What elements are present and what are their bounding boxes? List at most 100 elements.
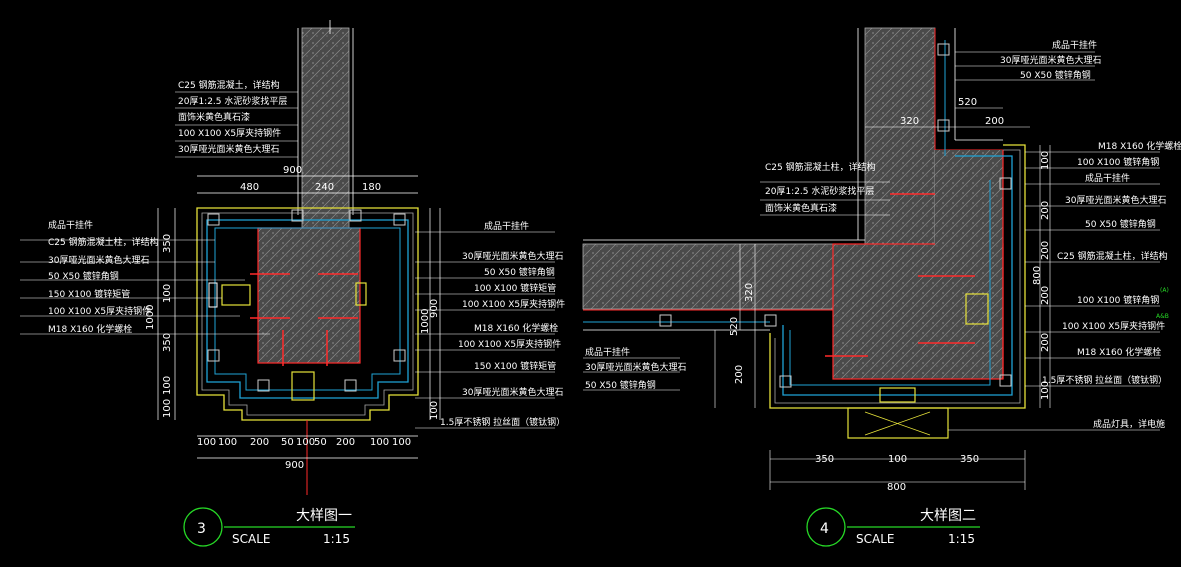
detail1-label-right-0: 成品干挂件: [484, 220, 529, 232]
detail1-concrete-column-upper: [301, 27, 350, 229]
detail2-label-right-0: M18 X160 化学螺栓: [1098, 140, 1181, 152]
detail1-dim-left-2: 350: [162, 333, 173, 352]
detail1-dim-bottom-2: 200: [250, 437, 269, 448]
detail2-title: 大样图二: [920, 508, 976, 524]
detail2-dim-bottom-2: 350: [960, 454, 979, 465]
detail2-dim-right-4: 200: [1040, 286, 1051, 305]
detail2-dim-top-2: 200: [985, 116, 1004, 127]
detail1-label-right-2: 50 X50 镀锌角钢: [484, 266, 555, 278]
detail2-dim-right-6: 100: [1040, 381, 1051, 400]
detail1-label-right-6: 100 X100 X5厚夹持钢件: [458, 338, 561, 350]
detail1-label-left-5: 100 X100 X5厚夹持钢件: [48, 305, 151, 317]
detail2-label-right-7: 100 X100 X5厚夹持钢件: [1062, 320, 1165, 332]
detail1-label-left-2: 30厚哑光面米黄色大理石: [48, 254, 149, 266]
detail1-number: 3: [197, 521, 206, 537]
detail1-dim-left-total: 1000: [145, 305, 156, 330]
detail1-title: 大样图一: [296, 508, 352, 524]
detail1-dim-bottom-5: 50: [314, 437, 327, 448]
detail2-label-left-2: 50 X50 镀锌角钢: [585, 379, 656, 391]
detail1-dim-top-0: 480: [240, 182, 259, 193]
detail1-label-right-5: M18 X160 化学螺栓: [474, 322, 558, 334]
detail1-label-right-8: 30厚哑光面米黄色大理石: [462, 386, 563, 398]
detail1-dim-bottom-4: 100: [296, 437, 315, 448]
detail2-label-mid-0: C25 钢筋混凝土柱，详结构: [765, 161, 876, 173]
detail1-dim-bottom-3: 50: [281, 437, 294, 448]
detail1-dim-bottom-8: 100: [392, 437, 411, 448]
detail1-dim-left-0: 350: [162, 234, 173, 253]
detail1-dim-left-1: 100: [162, 284, 173, 303]
detail2-label-right-10: 成品灯具，详电施: [1093, 418, 1165, 430]
detail2-label-right-6: 100 X100 镀锌角钢: [1077, 294, 1159, 306]
detail2-dim-left-2: 200: [734, 365, 745, 384]
detail2-dim-bottom-0: 350: [815, 454, 834, 465]
detail1-dim-bottom-total: 900: [285, 460, 304, 471]
detail1-dim-left-4: 100: [162, 399, 173, 418]
detail2-concrete-beam: [582, 243, 836, 310]
detail1-dim-bottom-6: 200: [336, 437, 355, 448]
detail2-dim-right-3: 800: [1032, 266, 1043, 285]
detail2-mark-1: A&B: [1156, 313, 1169, 320]
detail2-scale-label: SCALE: [856, 532, 894, 546]
detail1-label-right-7: 150 X100 镀锌矩管: [474, 360, 556, 372]
detail2-label-right-8: M18 X160 化学螺栓: [1077, 346, 1161, 358]
detail1-label-left-1: C25 钢筋混凝土柱，详结构: [48, 236, 159, 248]
detail2-mark-0: (A): [1160, 287, 1169, 294]
detail1-tube-left: [208, 282, 218, 308]
detail2-dim-top-1: 320: [900, 116, 919, 127]
detail2-dim-right-2: 200: [1040, 241, 1051, 260]
detail1-label-top-0: C25 钢筋混凝土，详结构: [178, 79, 280, 91]
detail2-drawing: 成品干挂件 30厚哑光面米黄色大理石 50 X50 镀锌角钢 C25 钢筋混凝土…: [582, 27, 1181, 547]
detail1-dim-top-2: 180: [362, 182, 381, 193]
detail1-label-top-1: 20厚1:2.5 水泥砂浆找平层: [178, 95, 287, 107]
detail1-label-left-6: M18 X160 化学螺栓: [48, 323, 132, 335]
detail2-dim-left-1: 520: [729, 317, 740, 336]
detail1-dim-right-1: 1000: [420, 309, 431, 334]
detail1-concrete-core: [257, 227, 361, 364]
detail2-label-right-3: 30厚哑光面米黄色大理石: [1065, 194, 1166, 206]
detail2-dim-left-0: 320: [744, 283, 755, 302]
detail1-scale-value: 1:15: [323, 532, 350, 546]
detail1-dim-top-total: 900: [283, 165, 302, 176]
detail1-drawing: 成品干挂件 C25 钢筋混凝土柱，详结构 30厚哑光面米黄色大理石 50 X50…: [20, 20, 565, 547]
detail2-label-mid-1: 20厚1:2.5 水泥砂浆找平层: [765, 185, 874, 197]
detail1-scale-label: SCALE: [232, 532, 270, 546]
cad-drawing-canvas: 成品干挂件 C25 钢筋混凝土柱，详结构 30厚哑光面米黄色大理石 50 X50…: [0, 0, 1181, 567]
detail1-label-right-9: 1.5厚不锈钢 拉丝面（镀钛钢）: [440, 416, 565, 428]
detail1-dim-bottom-1: 100: [218, 437, 237, 448]
detail1-dim-top-1: 240: [315, 182, 334, 193]
detail2-label-top-0: 成品干挂件: [1052, 39, 1097, 51]
detail1-dim-bottom-0: 100: [197, 437, 216, 448]
detail2-dim-right-0: 100: [1040, 151, 1051, 170]
detail1-label-right-3: 100 X100 镀锌矩管: [474, 282, 556, 294]
detail1-label-top-4: 30厚哑光面米黄色大理石: [178, 143, 279, 155]
detail1-label-left-4: 150 X100 镀锌矩管: [48, 288, 130, 300]
detail1-label-left-0: 成品干挂件: [48, 219, 93, 231]
detail1-dim-left-3: 100: [162, 376, 173, 395]
detail2-label-left-1: 30厚哑光面米黄色大理石: [585, 361, 686, 373]
detail2-label-left-0: 成品干挂件: [585, 346, 630, 358]
detail2-label-right-5: C25 钢筋混凝土柱，详结构: [1057, 250, 1168, 262]
detail2-dim-right-5: 200: [1040, 333, 1051, 352]
detail1-label-right-1: 30厚哑光面米黄色大理石: [462, 250, 563, 262]
detail2-label-right-1: 100 X100 镀锌角钢: [1077, 156, 1159, 168]
detail2-dim-top-0: 520: [958, 97, 977, 108]
detail1-label-left-3: 50 X50 镀锌角钢: [48, 270, 119, 282]
cad-drawing-svg: 成品干挂件 C25 钢筋混凝土柱，详结构 30厚哑光面米黄色大理石 50 X50…: [20, 20, 1181, 547]
detail2-concrete-column: [864, 27, 936, 247]
detail1-label-right-4: 100 X100 X5厚夹持钢件: [462, 298, 565, 310]
detail2-scale-value: 1:15: [948, 532, 975, 546]
detail2-label-right-9: 1.5厚不锈钢 拉丝面（镀钛钢）: [1042, 374, 1167, 386]
detail1-label-top-2: 面饰米黄色真石漆: [178, 111, 250, 123]
detail2-label-right-2: 成品干挂件: [1085, 172, 1130, 184]
detail2-dim-bottom-total: 800: [887, 482, 906, 493]
detail1-dim-right-2: 100: [429, 401, 440, 420]
detail2-dim-right-1: 200: [1040, 201, 1051, 220]
detail2-concrete-core: [832, 243, 1004, 380]
detail2-label-top-1: 30厚哑光面米黄色大理石: [1000, 54, 1101, 66]
detail2-dim-bottom-1: 100: [888, 454, 907, 465]
detail2-number: 4: [820, 521, 829, 537]
detail2-label-right-4: 50 X50 镀锌角钢: [1085, 218, 1156, 230]
detail2-label-top-2: 50 X50 镀锌角钢: [1020, 69, 1091, 81]
detail2-label-mid-2: 面饰米黄色真石漆: [765, 202, 837, 214]
detail1-label-top-3: 100 X100 X5厚夹持钢件: [178, 127, 281, 139]
